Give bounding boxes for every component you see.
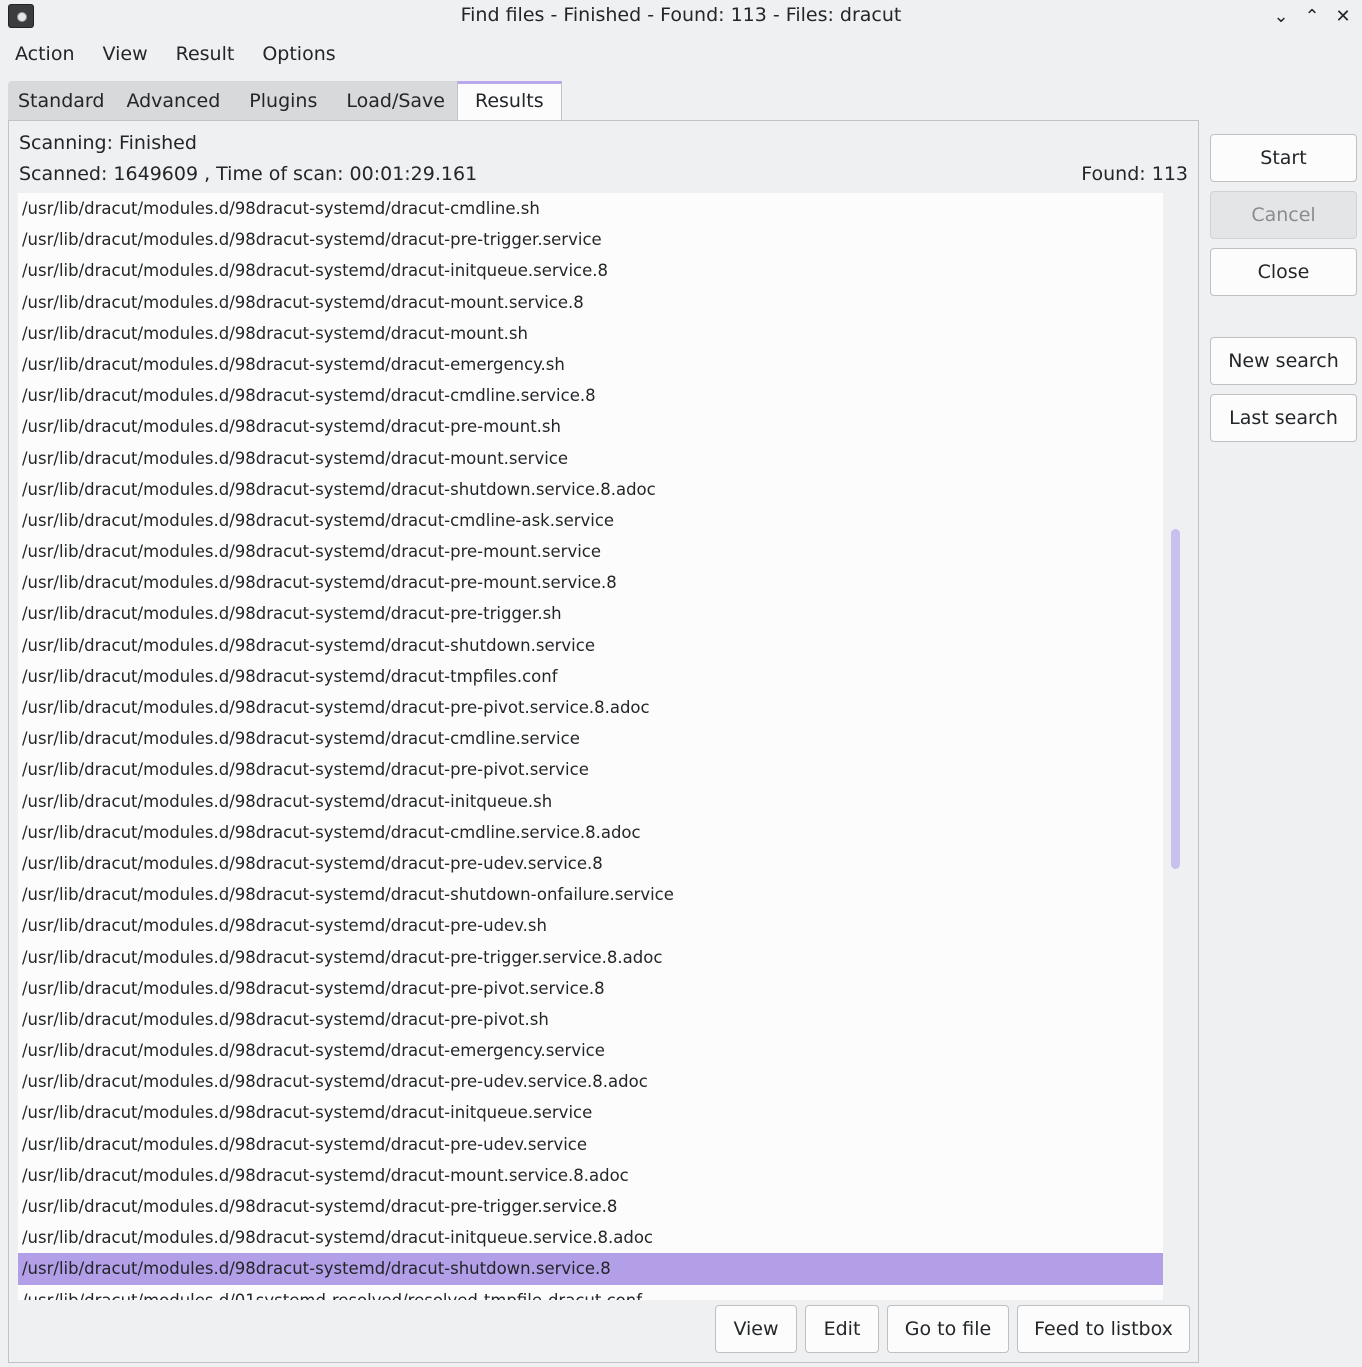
result-row[interactable]: /usr/lib/dracut/modules.d/98dracut-syste… bbox=[18, 1191, 1163, 1222]
result-row[interactable]: /usr/lib/dracut/modules.d/98dracut-syste… bbox=[18, 287, 1163, 318]
title-bar: Find files - Finished - Found: 113 - Fil… bbox=[0, 0, 1362, 34]
result-row[interactable]: /usr/lib/dracut/modules.d/98dracut-syste… bbox=[18, 1129, 1163, 1160]
result-row[interactable]: /usr/lib/dracut/modules.d/98dracut-syste… bbox=[18, 380, 1163, 411]
tab-bar: Standard Advanced Plugins Load/Save Resu… bbox=[8, 81, 562, 121]
feed-to-listbox-button[interactable]: Feed to listbox bbox=[1017, 1305, 1190, 1353]
result-row[interactable]: /usr/lib/dracut/modules.d/98dracut-syste… bbox=[18, 942, 1163, 973]
result-row[interactable]: /usr/lib/dracut/modules.d/98dracut-syste… bbox=[18, 224, 1163, 255]
found-count: Found: 113 bbox=[1081, 163, 1188, 185]
result-row[interactable]: /usr/lib/dracut/modules.d/98dracut-syste… bbox=[18, 1004, 1163, 1035]
tab-plugins[interactable]: Plugins bbox=[235, 81, 333, 121]
result-row[interactable]: /usr/lib/dracut/modules.d/98dracut-syste… bbox=[18, 1066, 1163, 1097]
result-row[interactable]: /usr/lib/dracut/modules.d/98dracut-syste… bbox=[18, 786, 1163, 817]
result-row[interactable]: /usr/lib/dracut/modules.d/98dracut-syste… bbox=[18, 817, 1163, 848]
tab-advanced[interactable]: Advanced bbox=[114, 81, 236, 121]
result-row[interactable]: /usr/lib/dracut/modules.d/98dracut-syste… bbox=[18, 411, 1163, 442]
window-title: Find files - Finished - Found: 113 - Fil… bbox=[460, 4, 902, 26]
last-search-button[interactable]: Last search bbox=[1210, 394, 1357, 442]
result-row[interactable]: /usr/lib/dracut/modules.d/98dracut-syste… bbox=[18, 536, 1163, 567]
tab-standard[interactable]: Standard bbox=[8, 81, 115, 121]
result-row[interactable]: /usr/lib/dracut/modules.d/98dracut-syste… bbox=[18, 723, 1163, 754]
edit-button[interactable]: Edit bbox=[805, 1305, 879, 1353]
result-row[interactable]: /usr/lib/dracut/modules.d/98dracut-syste… bbox=[18, 505, 1163, 536]
result-row[interactable]: /usr/lib/dracut/modules.d/98dracut-syste… bbox=[18, 692, 1163, 723]
result-row[interactable]: /usr/lib/dracut/modules.d/98dracut-syste… bbox=[18, 443, 1163, 474]
result-row[interactable]: /usr/lib/dracut/modules.d/98dracut-syste… bbox=[18, 1160, 1163, 1191]
maximize-icon[interactable]: ⌃ bbox=[1299, 4, 1325, 30]
view-button[interactable]: View bbox=[715, 1305, 797, 1353]
scan-summary: Scanned: 1649609 , Time of scan: 00:01:2… bbox=[19, 163, 478, 185]
menu-options[interactable]: Options bbox=[247, 38, 348, 74]
menu-bar: Action View Result Options bbox=[0, 38, 349, 74]
result-row[interactable]: /usr/lib/dracut/modules.d/98dracut-syste… bbox=[18, 1097, 1163, 1128]
result-row[interactable]: /usr/lib/dracut/modules.d/98dracut-syste… bbox=[18, 754, 1163, 785]
tab-results[interactable]: Results bbox=[456, 81, 562, 121]
close-button[interactable]: Close bbox=[1210, 248, 1357, 296]
scrollbar-thumb[interactable] bbox=[1171, 529, 1180, 869]
cancel-button[interactable]: Cancel bbox=[1210, 191, 1357, 239]
results-list[interactable]: /usr/lib/dracut/modules.d/98dracut-syste… bbox=[18, 193, 1163, 1300]
result-row[interactable]: /usr/lib/dracut/modules.d/98dracut-syste… bbox=[18, 318, 1163, 349]
new-search-button[interactable]: New search bbox=[1210, 337, 1357, 385]
start-button[interactable]: Start bbox=[1210, 134, 1357, 182]
selected-result-row[interactable]: /usr/lib/dracut/modules.d/98dracut-syste… bbox=[18, 1253, 1163, 1285]
menu-action[interactable]: Action bbox=[0, 38, 88, 74]
scanning-status: Scanning: Finished bbox=[19, 132, 197, 154]
menu-result[interactable]: Result bbox=[161, 38, 248, 74]
result-row[interactable]: /usr/lib/dracut/modules.d/98dracut-syste… bbox=[18, 1222, 1163, 1253]
results-panel: Scanning: Finished Scanned: 1649609 , Ti… bbox=[8, 120, 1199, 1363]
result-row[interactable]: /usr/lib/dracut/modules.d/98dracut-syste… bbox=[18, 879, 1163, 910]
result-row[interactable]: /usr/lib/dracut/modules.d/98dracut-syste… bbox=[18, 848, 1163, 879]
result-row[interactable]: /usr/lib/dracut/modules.d/98dracut-syste… bbox=[18, 598, 1163, 629]
result-row[interactable]: /usr/lib/dracut/modules.d/98dracut-syste… bbox=[18, 474, 1163, 505]
result-row[interactable]: /usr/lib/dracut/modules.d/98dracut-syste… bbox=[18, 630, 1163, 661]
result-row[interactable]: /usr/lib/dracut/modules.d/98dracut-syste… bbox=[18, 567, 1163, 598]
tab-load-save[interactable]: Load/Save bbox=[332, 81, 457, 121]
result-row[interactable]: /usr/lib/dracut/modules.d/01systemd-reso… bbox=[18, 1285, 1163, 1300]
result-row[interactable]: /usr/lib/dracut/modules.d/98dracut-syste… bbox=[18, 973, 1163, 1004]
result-row[interactable]: /usr/lib/dracut/modules.d/98dracut-syste… bbox=[18, 910, 1163, 941]
result-row[interactable]: /usr/lib/dracut/modules.d/98dracut-syste… bbox=[18, 349, 1163, 380]
result-actions: View Edit Go to file Feed to listbox bbox=[715, 1305, 1190, 1353]
go-to-file-button[interactable]: Go to file bbox=[887, 1305, 1009, 1353]
minimize-icon[interactable]: ⌄ bbox=[1268, 4, 1294, 30]
close-icon[interactable]: ✕ bbox=[1330, 4, 1356, 30]
vertical-scrollbar[interactable] bbox=[1165, 193, 1187, 1300]
result-row[interactable]: /usr/lib/dracut/modules.d/98dracut-syste… bbox=[18, 255, 1163, 286]
result-row[interactable]: /usr/lib/dracut/modules.d/98dracut-syste… bbox=[18, 661, 1163, 692]
menu-view[interactable]: View bbox=[88, 38, 161, 74]
result-row[interactable]: /usr/lib/dracut/modules.d/98dracut-syste… bbox=[18, 1035, 1163, 1066]
result-row[interactable]: /usr/lib/dracut/modules.d/98dracut-syste… bbox=[18, 193, 1163, 224]
